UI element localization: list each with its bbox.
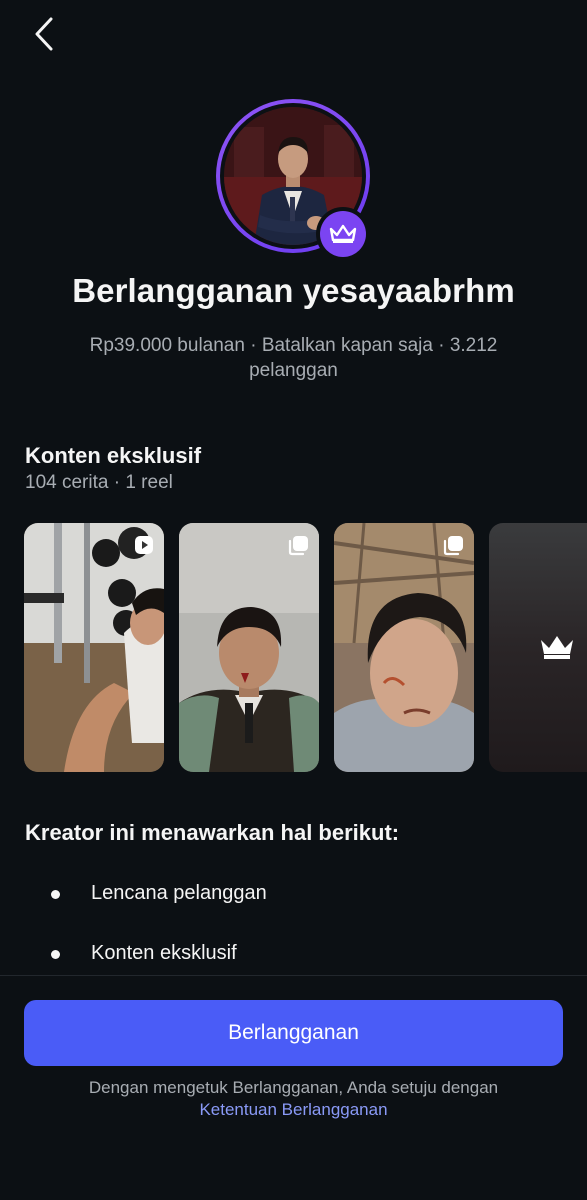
subscriber-badge <box>316 207 370 261</box>
terms-link[interactable]: Ketentuan Berlangganan <box>20 1099 567 1121</box>
offer-label: Konten eksklusif <box>91 942 237 964</box>
exclusive-content-title: Konten eksklusif <box>25 443 202 468</box>
footer-divider <box>0 975 587 976</box>
crown-icon <box>329 224 357 243</box>
list-item: Konten eksklusif <box>0 939 587 969</box>
multiple-posts-icon <box>443 536 463 556</box>
crown-icon <box>541 636 573 659</box>
reel-icon <box>135 536 153 554</box>
exclusive-content-carousel[interactable] <box>24 523 587 772</box>
exclusive-thumbnail[interactable] <box>179 523 319 772</box>
page-title: Berlangganan yesayaabrhm <box>72 272 515 309</box>
multiple-posts-icon <box>288 536 308 556</box>
terms-text: Dengan mengetuk Berlangganan, Anda setuj… <box>88 1078 499 1097</box>
back-button[interactable] <box>26 14 62 54</box>
exclusive-content-counts: 104 cerita · 1 reel <box>25 472 173 493</box>
list-item: Lencana pelanggan <box>0 879 587 909</box>
exclusive-thumbnail[interactable] <box>24 523 164 772</box>
offer-label: Lencana pelanggan <box>91 882 267 904</box>
offers-title: Kreator ini menawarkan hal berikut: <box>25 820 400 845</box>
terms-notice: Dengan mengetuk Berlangganan, Anda setuj… <box>20 1077 567 1121</box>
chevron-left-icon <box>35 17 53 51</box>
locked-thumbnail[interactable] <box>489 523 587 772</box>
subscription-summary: Rp39.000 bulanan · Batalkan kapan saja ·… <box>89 335 498 381</box>
exclusive-thumbnail[interactable] <box>334 523 474 772</box>
bullet-icon <box>51 890 60 899</box>
subscribe-button[interactable]: Berlangganan <box>24 1000 563 1066</box>
bullet-icon <box>51 950 60 959</box>
